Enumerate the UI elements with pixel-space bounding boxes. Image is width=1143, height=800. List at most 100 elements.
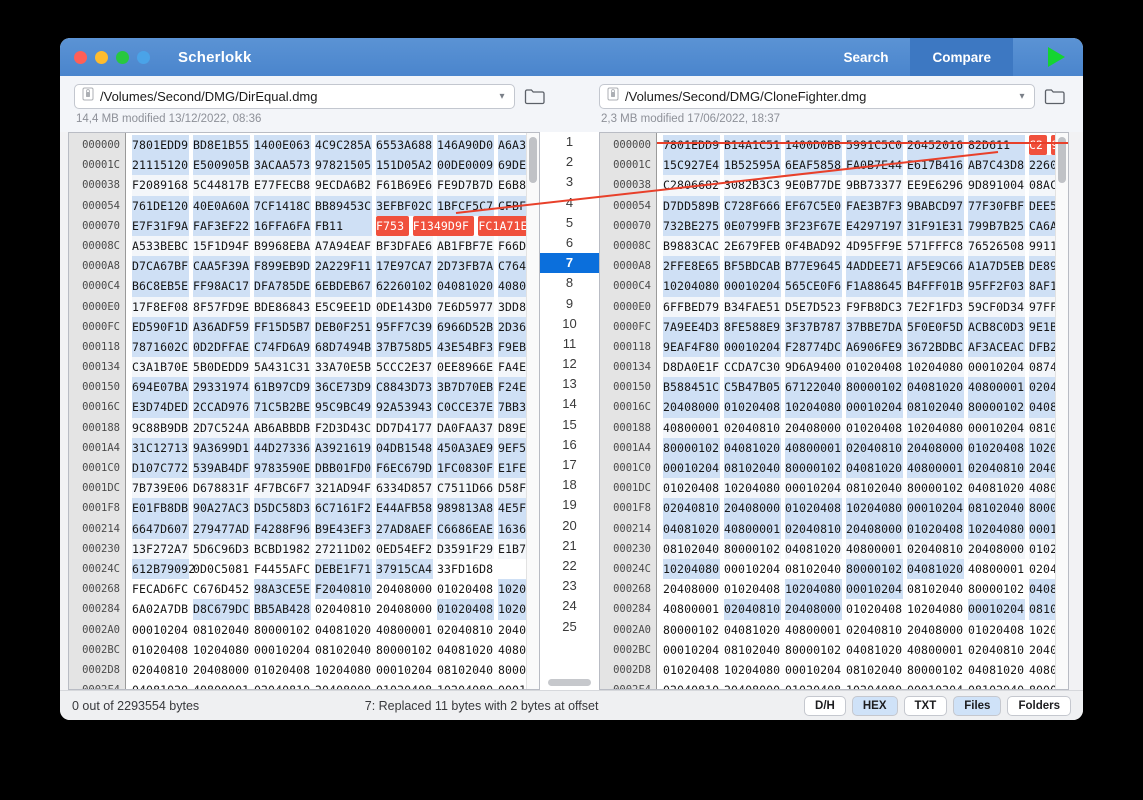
hex-group[interactable]: 539AB4DF: [193, 458, 250, 479]
hex-row[interactable]: C2806682 3082B3C3 9E0B77DE 9BB73377 EE9E6296…: [657, 175, 1068, 196]
difference-list-item[interactable]: 9: [540, 294, 599, 314]
hex-group[interactable]: 80000102: [724, 538, 781, 559]
hex-group[interactable]: 71C5B2BE: [254, 397, 311, 418]
hex-group[interactable]: 77F30FBF: [968, 195, 1025, 216]
hex-group[interactable]: 20408000: [785, 417, 842, 438]
hex-group[interactable]: 08102040: [968, 680, 1025, 689]
hex-row[interactable]: 9C88B9DB 2D7C524A AB6ABBDB F2D3D43C DD7D4177…: [126, 417, 539, 438]
hex-group[interactable]: 37915CA4: [376, 558, 433, 580]
hex-group[interactable]: 6647D607: [132, 518, 189, 539]
hex-group[interactable]: 00010204: [907, 498, 964, 519]
left-hex-content[interactable]: 7801EDD9 BD8E1B55 1400E063 4C9C285A 6553A688…: [126, 133, 539, 689]
hex-group[interactable]: 26452016: [907, 135, 964, 156]
difference-list-item[interactable]: 22: [540, 556, 599, 576]
difference-list-item[interactable]: 13: [540, 374, 599, 394]
left-scroll-track[interactable]: [526, 133, 539, 689]
hex-group[interactable]: 80000102: [968, 579, 1025, 599]
left-vertical-scrollbar[interactable]: [529, 137, 537, 183]
hex-group[interactable]: FAE3B7F3: [846, 195, 903, 216]
hex-row[interactable]: A533BEBC 15F1D94F B9968EBA A7A94EAF BF3DFAE6…: [126, 235, 539, 257]
hex-group[interactable]: 40800001: [968, 559, 1025, 579]
hex-group[interactable]: BCBD1982: [254, 538, 311, 559]
hex-group[interactable]: BF5BDCAB: [724, 256, 781, 277]
hex-group[interactable]: E500905B: [193, 155, 250, 176]
hex-group[interactable]: 10204080: [663, 558, 720, 580]
hex-row[interactable]: FECAD6FC C676D452 98A3CE5E F2040810 20408000…: [126, 579, 539, 600]
hex-group[interactable]: 3082B3C3: [724, 175, 781, 196]
hex-group[interactable]: 5B0DEDD9: [193, 357, 250, 378]
hex-group[interactable]: 00010204: [724, 276, 781, 297]
hex-group[interactable]: CAA5F39A: [193, 256, 250, 277]
hex-group[interactable]: 565CE0F6: [785, 276, 842, 297]
hex-group[interactable]: B34FAE51: [724, 296, 781, 317]
hex-group[interactable]: F61B69E6: [376, 175, 433, 196]
hex-row[interactable]: 694E07BA 29331974 61B97CD9 36CE73D9 C8843D73…: [126, 377, 539, 398]
hex-group[interactable]: 10204080: [907, 599, 964, 619]
hex-group[interactable]: 20408000: [376, 599, 433, 619]
hex-group[interactable]: 01020408: [437, 579, 494, 599]
play-icon[interactable]: [1048, 47, 1065, 67]
difference-list-item[interactable]: 8: [540, 273, 599, 293]
hex-group[interactable]: 2FFE8E65: [663, 256, 720, 277]
hex-group[interactable]: A7A94EAF: [315, 235, 372, 257]
hex-group[interactable]: BDE86843: [254, 296, 311, 317]
hex-group[interactable]: 80000102: [376, 640, 433, 660]
hex-group[interactable]: 10204080: [437, 680, 494, 689]
hex-group[interactable]: 10204080: [907, 417, 964, 438]
hex-group[interactable]: 40800001: [785, 437, 842, 459]
hex-group[interactable]: 40800001: [968, 377, 1025, 398]
hex-group[interactable]: 6FFBED79: [663, 296, 720, 317]
hex-group[interactable]: ACB8C0D3: [968, 316, 1025, 337]
hex-group[interactable]: 59CF0D34: [968, 296, 1025, 317]
hex-group[interactable]: 61B97CD9: [254, 377, 311, 398]
difference-list-item[interactable]: 19: [540, 495, 599, 515]
hex-group[interactable]: 4D95FF9E: [846, 235, 903, 257]
hex-group[interactable]: 0D0C5081: [193, 559, 250, 579]
hex-group[interactable]: 9C88B9DB: [132, 417, 189, 438]
hex-row[interactable]: 9EAF4F80 00010204 F28774DC A6906FE9 3672BDBC…: [657, 336, 1068, 358]
hex-group[interactable]: 08102040: [724, 458, 781, 479]
hex-group[interactable]: 08102040: [785, 559, 842, 579]
hex-group[interactable]: 04081020: [846, 640, 903, 660]
hex-group[interactable]: 6334D857: [376, 478, 433, 499]
close-button[interactable]: [74, 50, 87, 64]
zoom-button[interactable]: [116, 50, 129, 64]
hex-group[interactable]: 02040810: [663, 680, 720, 689]
hex-group[interactable]: C6686EAE: [437, 518, 494, 539]
hex-group[interactable]: 0F4BAD92: [785, 235, 842, 257]
difference-list-item[interactable]: 24: [540, 596, 599, 616]
hex-group[interactable]: 5A431C31: [254, 357, 311, 378]
view-pill-txt[interactable]: TXT: [903, 695, 948, 716]
hex-group[interactable]: 9D891004: [968, 175, 1025, 196]
hex-row[interactable]: 15C927E4 1B52595A 6EAF5858 FA0B7E44 E617B416…: [657, 155, 1068, 176]
chevron-down-icon[interactable]: ▾: [1014, 91, 1030, 102]
hex-group[interactable]: 6553A688: [376, 135, 433, 156]
hex-group[interactable]: C7511D66: [437, 478, 494, 499]
hex-group[interactable]: 17F8EF08: [132, 296, 189, 317]
hex-group[interactable]: D8DA0E1F: [663, 357, 720, 378]
difference-list-item[interactable]: 1: [540, 132, 599, 152]
hex-group[interactable]: BF3DFAE6: [376, 235, 433, 257]
hex-group[interactable]: C0CCE37E: [437, 397, 494, 418]
hex-group[interactable]: 6C7161F2: [315, 498, 372, 519]
hex-group[interactable]: 10204080: [846, 498, 903, 519]
hex-group[interactable]: E77FECB8: [254, 175, 311, 196]
hex-group[interactable]: 10204080: [663, 276, 720, 297]
hex-group[interactable]: 00010204: [846, 397, 903, 418]
hex-group[interactable]: 16FFA6FA: [254, 215, 311, 236]
hex-group[interactable]: 04081020: [968, 478, 1025, 499]
hex-group[interactable]: E44AFB58: [376, 498, 433, 519]
hex-group[interactable]: 40800001: [907, 640, 964, 660]
hex-row[interactable]: E7F31F9A FAF3EF22 16FFA6FA FB11 F753 F1349D9F…: [126, 215, 539, 236]
hex-group[interactable]: 01020408: [724, 397, 781, 418]
hex-row[interactable]: 21115120 E500905B 3ACAA573 97821505 151D05A2…: [126, 155, 539, 176]
hex-group[interactable]: 04081020: [968, 660, 1025, 680]
hex-group[interactable]: F2089168: [132, 175, 189, 196]
hex-group[interactable]: 02040810: [663, 498, 720, 519]
hex-group[interactable]: A36ADF59: [193, 316, 250, 337]
hex-group[interactable]: 02040810: [437, 620, 494, 640]
hex-group[interactable]: 4F7BC6F7: [254, 478, 311, 499]
hex-row[interactable]: 31C12713 9A3699D1 44D27336 A3921619 04DB1548…: [126, 437, 539, 459]
hex-row[interactable]: 40800001 02040810 20408000 01020408 10204080…: [657, 417, 1068, 438]
hex-row[interactable]: 10204080 00010204 565CE0F6 F1A88645 B4FFF01B…: [657, 276, 1068, 297]
